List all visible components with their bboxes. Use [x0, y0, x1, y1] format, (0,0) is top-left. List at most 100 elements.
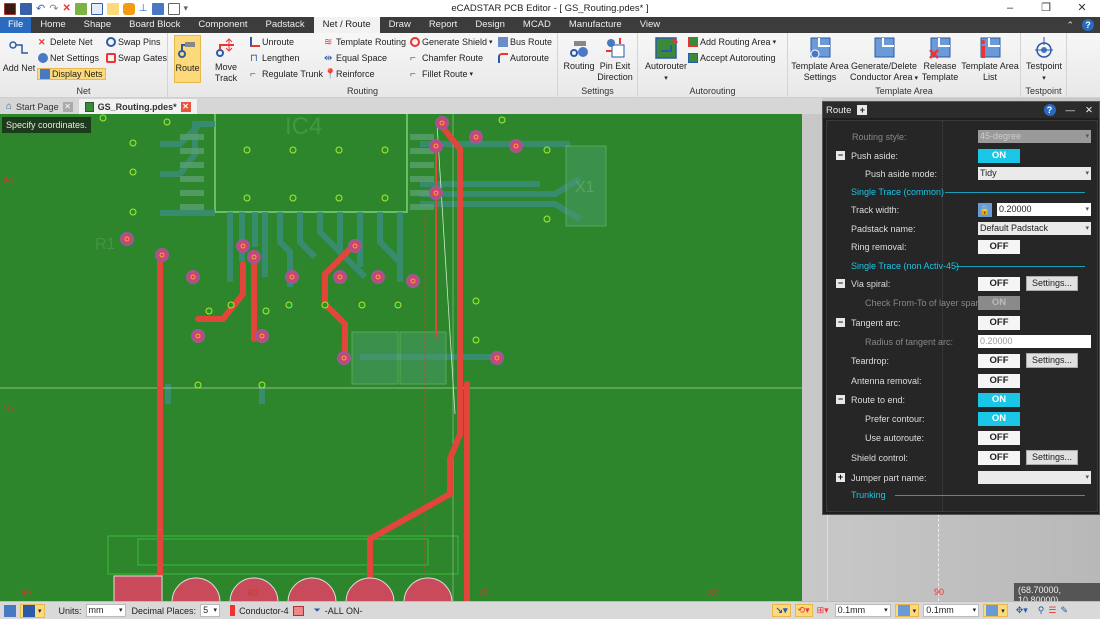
comment-icon[interactable]: [122, 2, 135, 15]
net-settings-button[interactable]: Net Settings: [38, 53, 99, 63]
snap-mode-icon[interactable]: ⟲▾: [794, 604, 813, 617]
template-area-list-button[interactable]: Template Area List: [960, 37, 1020, 83]
menu-net-route[interactable]: Net / Route: [313, 17, 380, 33]
fillet-route-button[interactable]: ⌐ Fillet Route ▾: [410, 69, 473, 80]
menu-draw[interactable]: Draw: [380, 17, 420, 33]
menu-manufacture[interactable]: Manufacture: [560, 17, 631, 33]
via-spiral-settings-button[interactable]: Settings...: [1026, 276, 1078, 291]
display-mode-button[interactable]: ▾: [20, 603, 45, 618]
menu-design[interactable]: Design: [466, 17, 514, 33]
zoom-window-icon[interactable]: [90, 2, 103, 15]
close-tab-icon[interactable]: ✕: [180, 101, 191, 112]
collapse-icon[interactable]: −: [836, 318, 845, 327]
swap-gates-button[interactable]: Swap Gates: [106, 53, 167, 63]
menu-report[interactable]: Report: [420, 17, 467, 33]
routing-settings-button[interactable]: Routing: [562, 37, 596, 72]
shield-control-settings-button[interactable]: Settings...: [1026, 450, 1078, 465]
collapse-icon[interactable]: −: [836, 279, 845, 288]
report-icon[interactable]: [151, 2, 164, 15]
help-icon[interactable]: ?: [1082, 19, 1094, 31]
lengthen-button[interactable]: ⊓ Lengthen: [250, 53, 300, 64]
prefer-contour-toggle[interactable]: ON: [978, 412, 1020, 426]
shield-control-toggle[interactable]: OFF: [978, 451, 1020, 465]
autorouter-button[interactable]: Autorouter ▾: [642, 37, 690, 84]
menu-component[interactable]: Component: [189, 17, 256, 33]
regulate-trunk-button[interactable]: ⌐ Regulate Trunk: [250, 69, 323, 80]
menu-shape[interactable]: Shape: [75, 17, 120, 33]
menu-file[interactable]: File: [0, 17, 32, 33]
tab-gs-routing[interactable]: GS_Routing.pdes* ✕: [78, 99, 197, 114]
grid-icon[interactable]: [74, 2, 87, 15]
template-area-settings-button[interactable]: Template Area Settings: [790, 37, 850, 83]
edit-icon[interactable]: ✎: [1060, 605, 1068, 616]
panel-minimize-icon[interactable]: —: [1066, 105, 1076, 116]
decimal-places-select[interactable]: 5 ▾: [200, 604, 221, 617]
add-net-button[interactable]: Add Net: [2, 39, 36, 74]
bus-route-button[interactable]: Bus Route: [498, 37, 552, 47]
route-button[interactable]: Route: [174, 35, 201, 83]
dimension-icon[interactable]: ⊞▾: [817, 605, 829, 616]
teardrop-toggle[interactable]: OFF: [978, 354, 1020, 368]
collapse-icon[interactable]: −: [836, 395, 845, 404]
menu-view[interactable]: View: [631, 17, 669, 33]
via-grid-icon[interactable]: ▾: [983, 604, 1008, 617]
push-aside-toggle[interactable]: ON: [978, 149, 1020, 163]
close-tab-icon[interactable]: ✕: [62, 101, 73, 112]
accept-autorouting-button[interactable]: Accept Autorouting: [688, 53, 776, 63]
customize-qat-icon[interactable]: ▾: [184, 3, 189, 14]
delete-icon[interactable]: ✕: [62, 3, 70, 14]
redo-icon[interactable]: ↷: [49, 2, 58, 15]
antenna-removal-toggle[interactable]: OFF: [978, 374, 1020, 388]
menu-padstack[interactable]: Padstack: [257, 17, 314, 33]
undo-icon[interactable]: ↶: [36, 2, 45, 15]
template-routing-button[interactable]: ≋ Template Routing: [324, 37, 406, 48]
layers-icon[interactable]: ☰: [1048, 605, 1056, 616]
ring-removal-toggle[interactable]: OFF: [978, 240, 1020, 254]
display-nets-button[interactable]: Display Nets: [37, 68, 106, 80]
panel-help-icon[interactable]: ?: [1043, 104, 1056, 116]
measure-icon[interactable]: ⊥: [139, 3, 148, 14]
close-button[interactable]: ✕: [1064, 0, 1100, 17]
padstack-name-select[interactable]: Default Padstack ▾: [978, 222, 1091, 235]
autoroute-button[interactable]: Autoroute: [498, 53, 549, 63]
save-icon[interactable]: [20, 2, 32, 15]
push-aside-mode-select[interactable]: Tidy ▾: [978, 167, 1091, 180]
collapse-icon[interactable]: −: [836, 151, 845, 160]
grid1-select[interactable]: 0.1mm ▾: [834, 604, 891, 617]
tab-start-page[interactable]: ⌂ Start Page ✕: [0, 99, 79, 114]
unroute-button[interactable]: Unroute: [250, 37, 294, 47]
reinforce-button[interactable]: 📍 Reinforce: [324, 69, 375, 80]
via-spiral-toggle[interactable]: OFF: [978, 277, 1020, 291]
track-width-input[interactable]: 0.20000 ▾: [997, 203, 1091, 216]
testpoint-button[interactable]: Testpoint ▾: [1023, 37, 1065, 84]
delete-net-button[interactable]: ✕ Delete Net: [38, 37, 93, 47]
grid-settings-icon[interactable]: ▾: [894, 604, 920, 617]
route-mode-icon[interactable]: ↘▾: [772, 604, 791, 617]
move-track-button[interactable]: Move Track: [204, 38, 248, 84]
collapse-ribbon-icon[interactable]: ⌃: [1066, 20, 1074, 31]
swap-pins-button[interactable]: Swap Pins: [106, 37, 161, 47]
menu-home[interactable]: Home: [31, 17, 74, 33]
active-layer[interactable]: Conductor-4: [239, 606, 289, 616]
filter-icon[interactable]: ⏷: [314, 605, 321, 616]
find-icon[interactable]: ⚲: [1038, 605, 1045, 616]
teardrop-settings-button[interactable]: Settings...: [1026, 353, 1078, 368]
layer-settings-icon[interactable]: [292, 605, 304, 616]
panel-close-icon[interactable]: ✕: [1085, 105, 1093, 116]
equal-space-button[interactable]: ⇹ Equal Space: [324, 53, 387, 64]
units-select[interactable]: mm ▾: [85, 604, 126, 617]
filter-status[interactable]: -ALL ON-: [325, 606, 363, 616]
minimize-button[interactable]: –: [992, 0, 1028, 17]
display-nets-icon[interactable]: [106, 2, 119, 15]
jumper-part-name-select[interactable]: ▾: [978, 471, 1091, 484]
pcb-canvas[interactable]: IC4 X1 R1 20 10 50 60 70 80 Specify coor…: [0, 114, 802, 601]
expand-icon[interactable]: +: [836, 473, 845, 482]
layer-view-icon[interactable]: [4, 604, 16, 617]
add-routing-area-button[interactable]: Add Routing Area ▾: [688, 37, 776, 47]
restore-button[interactable]: ❐: [1028, 0, 1064, 17]
chamfer-route-button[interactable]: ⌐ Chamfer Route: [410, 53, 483, 64]
route-to-end-toggle[interactable]: ON: [978, 393, 1020, 407]
section-trunking[interactable]: Trunking: [827, 487, 1097, 503]
release-template-button[interactable]: Release Template: [918, 37, 962, 83]
lock-icon[interactable]: 🔒: [978, 203, 992, 217]
